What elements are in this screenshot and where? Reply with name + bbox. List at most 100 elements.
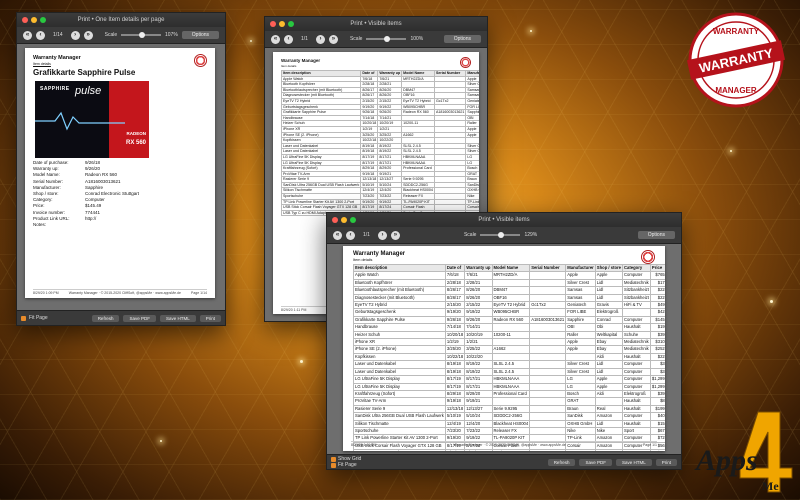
- table-cell: Corsair: [465, 204, 479, 211]
- scale-slider[interactable]: [480, 232, 521, 238]
- next-page-icon[interactable]: ›: [377, 230, 387, 240]
- close-window-button[interactable]: [270, 21, 276, 27]
- first-page-icon[interactable]: «: [271, 34, 280, 44]
- print-button[interactable]: Print: [199, 314, 221, 322]
- table-cell: Computer: [622, 375, 651, 384]
- table-row[interactable]: ProVitae TV-Arm9/19/189/19/21 GRAT Haushal…: [353, 397, 665, 406]
- table-cell: 5/10/19: [444, 412, 466, 421]
- last-page-icon[interactable]: »: [390, 230, 400, 240]
- table-row[interactable]: Kopfkissen10/22/1810/22/20 AldiHaushalt$2…: [353, 352, 665, 362]
- table-row[interactable]: Kraftfahrzeug (Sofort) 8/29/18 8/29/20 Prof…: [353, 389, 665, 399]
- table-row[interactable]: Heizer Schuh 10/20/18 10/20/19 10200-11 Rall…: [353, 330, 665, 340]
- next-page-icon[interactable]: ›: [70, 30, 80, 40]
- table-row[interactable]: Grafikkarte Sapphire Pulse 9/26/18 9/26/20…: [353, 315, 665, 325]
- scale-slider[interactable]: [366, 36, 407, 42]
- table-row[interactable]: Sportschuhe 7/23/20 7/23/22 Releaser FX Nike…: [353, 426, 665, 436]
- table-cell: [565, 449, 596, 451]
- save-pdf-button[interactable]: Save PDF: [579, 458, 612, 466]
- close-window-button[interactable]: [332, 217, 338, 223]
- previous-page-icon[interactable]: ‹: [284, 34, 293, 44]
- table-row[interactable]: Rasierer Serie 9 12/13/18 12/13/27 Serie 9.…: [353, 404, 665, 414]
- table-cell: 10/20/18: [360, 120, 379, 127]
- print-button[interactable]: Print: [655, 458, 677, 466]
- table-cell: 9/19/20: [444, 308, 466, 317]
- column-header[interactable]: Manufacturer: [465, 70, 479, 77]
- table-row[interactable]: iPhone SE (2. iPhone) 3/25/20 3/25/22 A1662…: [353, 345, 665, 354]
- show-grid-checkbox[interactable]: [331, 456, 336, 462]
- table-cell: Silver Crest: [565, 360, 596, 369]
- items-table: Item description Date of Warranty up Model …: [280, 70, 479, 217]
- last-page-icon[interactable]: »: [328, 34, 338, 44]
- minimize-window-button[interactable]: [279, 21, 285, 27]
- table-row[interactable]: Geburtstagsgeschenk 9/19/20 9/19/22 WB095CH…: [353, 308, 665, 317]
- column-header[interactable]: Serial Number: [529, 263, 567, 273]
- table-row[interactable]: Laser und Datenkabel 8/19/18 8/19/22 SLSL 2…: [353, 367, 665, 377]
- options-button[interactable]: Options: [443, 35, 481, 43]
- refresh-button[interactable]: Refresh: [547, 458, 576, 466]
- table-cell: WB095CHBR: [491, 308, 531, 317]
- table-cell: [491, 323, 531, 332]
- column-header[interactable]: Warranty up: [464, 263, 493, 273]
- refresh-button[interactable]: Refresh: [91, 314, 120, 322]
- next-page-icon[interactable]: ›: [315, 34, 325, 44]
- items-table-container: Item description Date of Warranty up Model …: [353, 263, 665, 451]
- table-row[interactable]: LG UltraFine 5K Display 8/17/19 8/17/21 HBK…: [353, 382, 665, 391]
- table-cell: A1816003013621: [529, 315, 567, 325]
- column-header[interactable]: Manufacturer: [565, 263, 596, 273]
- column-header[interactable]: Warranty up: [377, 70, 403, 77]
- table-cell: 9/26/20: [464, 315, 493, 325]
- column-header[interactable]: Shop / store: [594, 263, 624, 273]
- table-row[interactable]: LG UltraFine 5K Display 8/17/19 8/17/21 HBK…: [353, 375, 665, 384]
- table-row[interactable]: USB Typ C zu HDMI Adapter4/26/194/26/21S…: [353, 449, 665, 451]
- column-header[interactable]: Model Name: [491, 263, 531, 273]
- table-row[interactable]: SanDisk Ultra 256GB Dual USB Flash Laufw…: [353, 412, 665, 421]
- zoom-window-button[interactable]: [288, 21, 294, 27]
- table-row[interactable]: Silikon Tischmatte 12/4/19 12/4/20 Blackhea…: [353, 419, 665, 428]
- column-header[interactable]: Item description: [353, 263, 446, 273]
- detail-row: Notes:: [33, 222, 47, 228]
- first-page-icon[interactable]: «: [23, 30, 32, 40]
- table-cell: Rasierer Serie 9: [353, 404, 446, 414]
- table-cell: Amazon: [594, 412, 624, 421]
- column-header[interactable]: Category: [622, 263, 651, 273]
- column-header[interactable]: Date of: [444, 263, 466, 273]
- previous-page-icon[interactable]: ‹: [35, 30, 45, 40]
- table-cell: 8/29/18: [444, 389, 466, 399]
- table-cell: [529, 308, 567, 317]
- table-cell: Apple: [565, 338, 596, 347]
- save-html-button[interactable]: Save HTML: [615, 458, 652, 466]
- minimize-window-button[interactable]: [31, 17, 37, 23]
- table-cell: [529, 389, 567, 399]
- table-row[interactable]: Grafikkarte Sapphire Pulse 9/26/18 9/26/20…: [280, 109, 479, 116]
- column-header[interactable]: Price: [649, 263, 665, 273]
- table-cell: HBKMLNAAA: [491, 382, 531, 391]
- fit-page-checkbox[interactable]: [331, 462, 336, 468]
- save-pdf-button[interactable]: Save PDF: [123, 314, 156, 322]
- table-row[interactable]: Laser und Datenkabel 8/19/18 8/19/22 SLSL 2…: [353, 360, 665, 369]
- table-cell: Lidl: [594, 367, 624, 377]
- scale-slider[interactable]: [121, 32, 161, 38]
- previous-page-icon[interactable]: ‹: [346, 230, 355, 240]
- table-row[interactable]: Bluetooth Kopfhörer 2/28/18 2/28/21 Silver …: [353, 278, 665, 288]
- zoom-window-button[interactable]: [40, 17, 46, 23]
- options-button[interactable]: Options: [637, 231, 675, 239]
- table-row[interactable]: Handbrause7/14/187/14/21 OBIObiHaushalt$1…: [353, 323, 665, 332]
- options-button[interactable]: Options: [181, 31, 220, 39]
- table-cell: Apple: [594, 375, 624, 384]
- table-row[interactable]: Bluetoothlautsprecher (mit Bluetooth) 8/2…: [353, 286, 665, 295]
- table-cell: Lidl: [594, 278, 624, 288]
- last-page-icon[interactable]: »: [83, 30, 93, 40]
- table-row[interactable]: EyeTV T2 Hybrid 2/15/20 2/15/22 EyeTV T2 Hy…: [353, 301, 665, 310]
- table-row[interactable]: Diagnosestecker (mit Bluetooth) 8/26/17 8/…: [353, 293, 665, 303]
- first-page-icon[interactable]: «: [333, 230, 342, 240]
- fit-page-checkbox[interactable]: [21, 315, 26, 321]
- table-cell: Lidl: [594, 419, 624, 428]
- table-row[interactable]: iPhone XR1/2/191/2/21 AppleEbayMediatechn…: [353, 338, 665, 347]
- table-cell: [529, 412, 567, 421]
- save-html-button[interactable]: Save HTML: [159, 314, 196, 322]
- minimize-window-button[interactable]: [341, 217, 347, 223]
- table-cell: $310.00: [649, 338, 665, 347]
- table-row[interactable]: Apple Watch7/6/187/6/21MRTH2ZD/A AppleApp…: [353, 271, 665, 280]
- close-window-button[interactable]: [22, 17, 28, 23]
- zoom-window-button[interactable]: [350, 217, 356, 223]
